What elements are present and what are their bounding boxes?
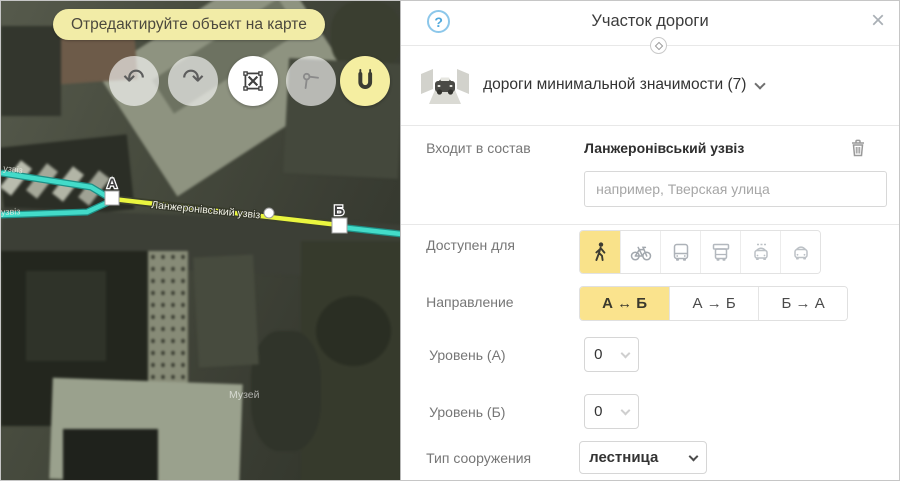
structure-type-label: Тип сооружения [426,450,531,466]
level-a-label: Уровень (А) [429,347,505,363]
bicycle-icon [629,240,653,264]
level-b-value: 0 [594,403,602,420]
access-taxi-toggle[interactable] [740,231,780,273]
redo-button[interactable]: ↷ [168,56,218,106]
marker-a-label: А [107,175,117,191]
truck-icon [709,240,733,264]
level-a-value: 0 [594,346,602,363]
direction-toggle-group: А ↔ Б А → Б Б → А [579,286,848,321]
add-street-input[interactable] [584,171,887,207]
trash-icon [849,138,867,158]
road-segment-panel: ? Участок дороги × дороги миним [400,1,899,480]
split-road-button[interactable] [286,56,336,106]
bus-icon [669,240,693,264]
map-editor-window: А Б Ланжеронівський узвіз узвіз узвіз Му… [0,0,900,481]
direction-label: Направление [426,294,513,310]
undo-icon: ↶ [123,66,145,92]
section-divider [401,125,900,126]
edge-road-label-bottom: узвіз [1,206,21,217]
chevron-down-icon [621,405,631,415]
delete-object-icon [240,68,266,94]
taxi-icon [749,240,773,264]
drag-handle-icon [654,41,662,49]
access-pedestrian-toggle[interactable] [580,231,620,273]
close-button[interactable]: × [871,9,885,33]
access-bicycle-toggle[interactable] [620,231,660,273]
access-truck-toggle[interactable] [700,231,740,273]
vertex-marker-a[interactable] [105,191,119,205]
access-car-toggle[interactable] [780,231,820,273]
direction-both-button[interactable]: А ↔ Б [580,287,669,320]
road-category-icon [419,63,471,107]
magnet-snap-button[interactable] [340,56,390,106]
section-divider [401,224,900,225]
road-name-label: Ланжеронівський узвіз [151,199,261,221]
access-label: Доступен для [426,237,515,253]
delete-object-button[interactable] [228,56,278,106]
access-bus-toggle[interactable] [660,231,700,273]
chevron-down-icon [621,348,631,358]
road-category-label: дороги минимальной значимости (7) [483,76,746,94]
vertex-marker-b[interactable] [332,218,347,233]
pedestrian-icon [588,240,612,264]
level-b-label: Уровень (Б) [429,404,505,420]
redo-icon: ↷ [182,66,204,92]
structure-type-value: лестница [589,449,658,466]
access-toggle-group [579,230,821,274]
poi-label-museum: Музей [229,389,260,401]
part-of-label: Входит в состав [426,140,531,156]
satellite-map[interactable]: А Б Ланжеронівський узвіз узвіз узвіз Му… [1,1,400,480]
structure-type-dropdown[interactable]: лестница [579,441,707,474]
chevron-down-icon [755,78,766,89]
level-b-dropdown[interactable]: 0 [584,394,639,429]
direction-b-to-a-button[interactable]: Б → А [758,287,847,320]
close-icon: × [871,7,885,34]
segment-midpoint-handle[interactable] [264,208,274,218]
car-icon [789,240,813,264]
chevron-down-icon [689,451,699,461]
magnet-icon [351,67,379,95]
remove-street-button[interactable] [849,138,867,161]
direction-a-to-b-button[interactable]: А → Б [669,287,758,320]
road-category-selector[interactable]: дороги минимальной значимости (7) [419,59,883,111]
undo-button[interactable]: ↶ [109,56,159,106]
part-of-value[interactable]: Ланжеронівський узвіз [584,140,744,156]
marker-b-label: Б [334,202,344,218]
level-a-dropdown[interactable]: 0 [584,337,639,372]
split-road-icon [298,68,324,94]
panel-title: Участок дороги [401,12,899,31]
edit-hint-tooltip: Отредактируйте объект на карте [53,9,325,40]
panel-drag-handle[interactable] [650,37,667,54]
